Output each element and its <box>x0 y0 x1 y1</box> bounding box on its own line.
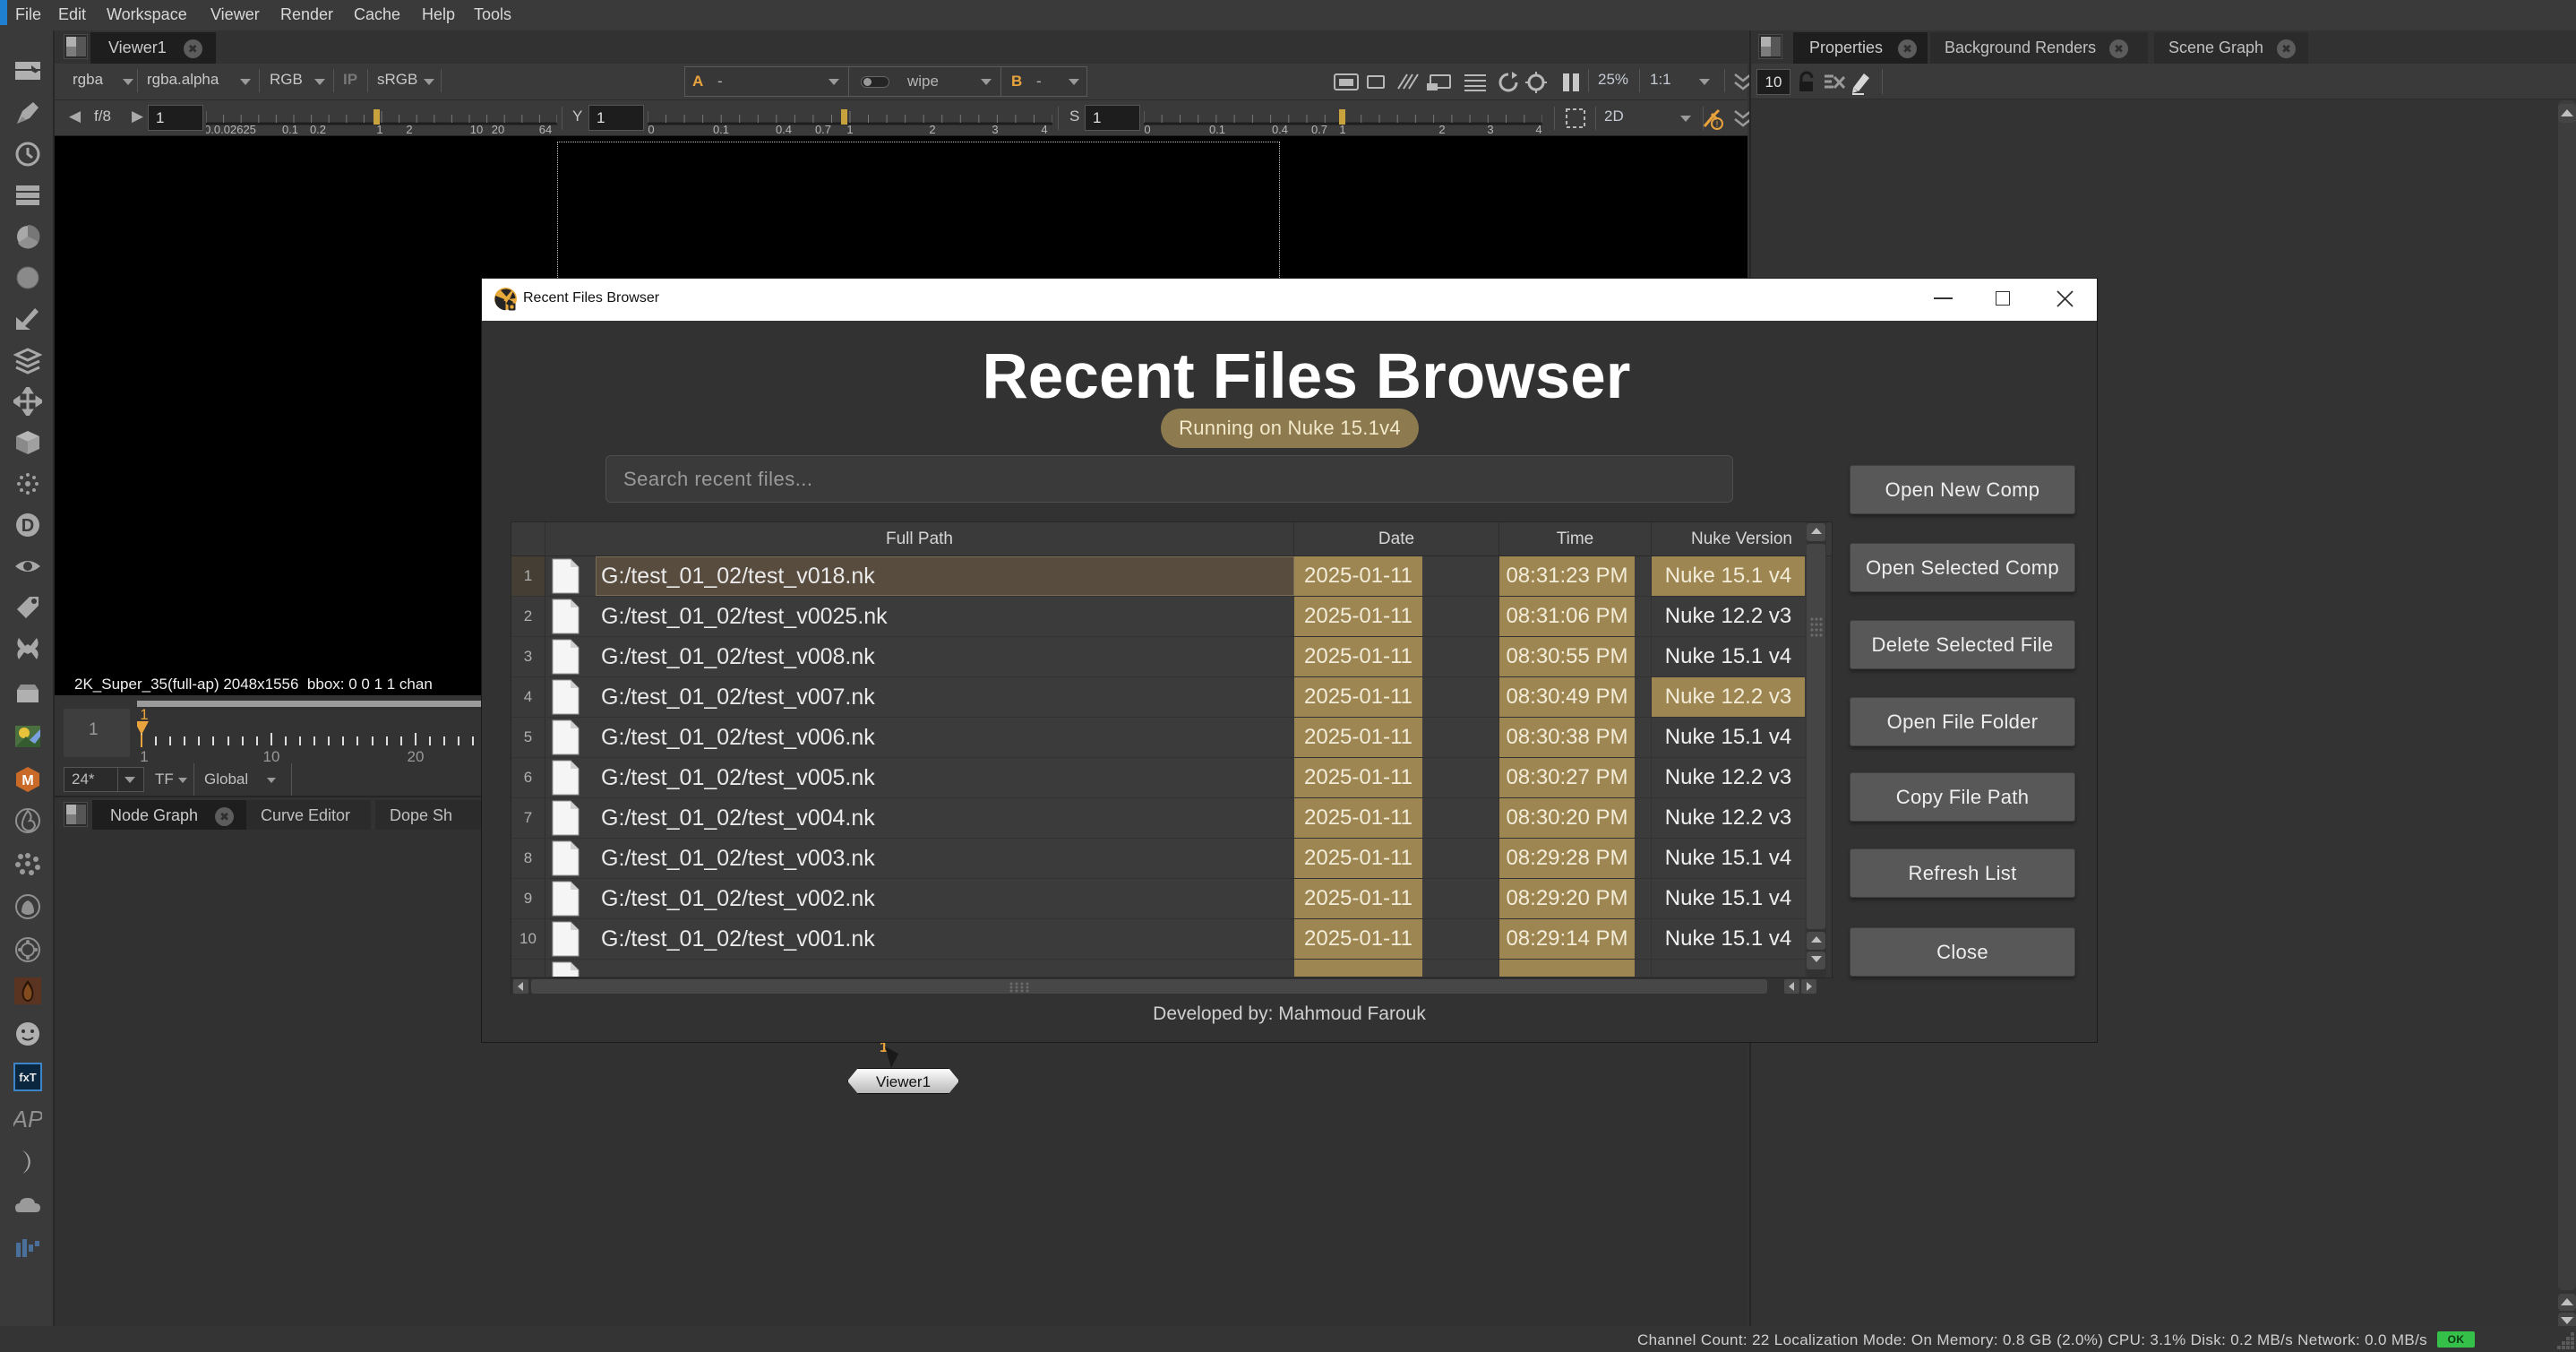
svg-text:!: ! <box>1716 120 1719 130</box>
svg-text:2: 2 <box>406 123 412 134</box>
svg-text:64: 64 <box>539 123 552 134</box>
svg-text:1: 1 <box>1339 123 1345 134</box>
svg-text:0.7: 0.7 <box>815 123 831 134</box>
svg-text:1: 1 <box>376 123 382 134</box>
svg-text:1: 1 <box>140 708 148 723</box>
svg-text:4: 4 <box>1535 123 1541 134</box>
svg-text:2: 2 <box>929 123 935 134</box>
svg-text:0.0.02625: 0.0.02625 <box>206 123 256 134</box>
svg-text:20: 20 <box>492 123 504 134</box>
svg-text:0: 0 <box>1144 123 1150 134</box>
svg-text:M: M <box>21 773 33 788</box>
svg-text:0.4: 0.4 <box>1272 123 1288 134</box>
svg-text:fxT: fxT <box>19 1071 37 1084</box>
svg-text:AP: AP <box>13 1106 42 1132</box>
svg-text:20: 20 <box>408 748 425 762</box>
svg-text:0.1: 0.1 <box>713 123 729 134</box>
svg-text:10: 10 <box>263 748 280 762</box>
svg-text:0: 0 <box>648 123 654 134</box>
svg-text:0.2: 0.2 <box>310 123 326 134</box>
svg-text:2: 2 <box>1438 123 1445 134</box>
svg-text:D: D <box>21 516 34 536</box>
svg-text:0.1: 0.1 <box>1209 123 1225 134</box>
svg-text:4: 4 <box>1041 123 1047 134</box>
svg-text:3: 3 <box>1487 123 1493 134</box>
svg-text:1: 1 <box>140 748 148 762</box>
svg-text:3: 3 <box>992 123 998 134</box>
svg-text:0.7: 0.7 <box>1311 123 1327 134</box>
svg-text:10: 10 <box>470 123 483 134</box>
svg-text:0.4: 0.4 <box>776 123 792 134</box>
svg-text:0.1: 0.1 <box>282 123 298 134</box>
svg-text:1: 1 <box>846 123 853 134</box>
